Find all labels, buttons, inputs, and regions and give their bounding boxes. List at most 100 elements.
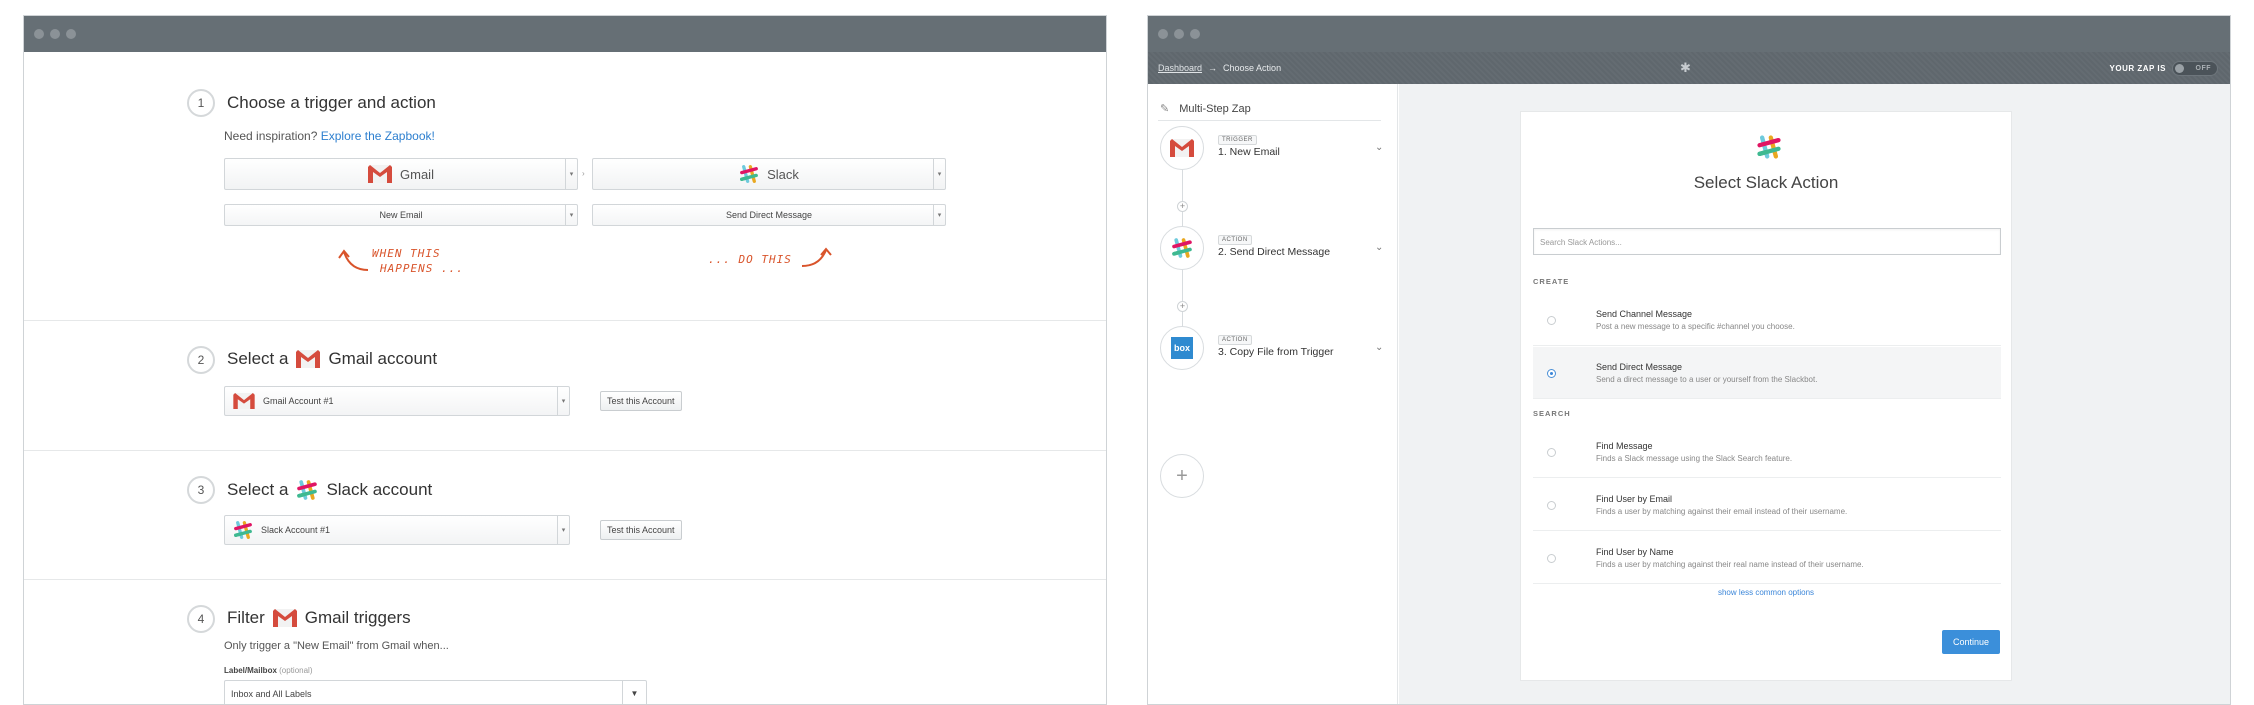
chevron-down-icon: ▼ [622, 681, 646, 704]
choose-action-window: Dashboard → Choose Action ✱ YOUR ZAP IS … [1147, 15, 2231, 705]
zap-editor-window: 1 Choose a trigger and action Need inspi… [23, 15, 1107, 705]
search-actions-input[interactable]: Search Slack Actions... [1533, 228, 2001, 255]
step-title: Choose a trigger and action [227, 93, 436, 112]
option-name: Find Message [1596, 441, 1653, 451]
action-event-label: Send Direct Message [725, 210, 813, 220]
add-step-button[interactable]: + [1160, 454, 1204, 498]
zapbook-link[interactable]: Explore the Zapbook! [321, 129, 435, 143]
toggle-state: OFF [2195, 65, 2211, 72]
inspiration-prefix: Need inspiration? [224, 129, 318, 143]
action-app-select[interactable]: Slack ▾ [592, 158, 946, 190]
radio-button[interactable] [1547, 316, 1556, 325]
option-name: Find User by Email [1596, 494, 1673, 504]
chevron-down-icon[interactable]: ⌄ [1375, 242, 1383, 253]
step-title[interactable]: 3. Copy File from Trigger [1218, 346, 1334, 358]
action-option[interactable]: Send Direct Message Send a direct messag… [1533, 347, 2001, 399]
slack-icon [739, 164, 759, 184]
step-tag: TRIGGER [1218, 135, 1257, 145]
test-account-button[interactable]: Test this Account [600, 391, 682, 411]
zap-status: YOUR ZAP IS OFF [2110, 61, 2218, 76]
chevron-down-icon[interactable]: ⌄ [1375, 342, 1383, 353]
section-header-create: CREATE [1533, 277, 1570, 286]
option-description: Finds a user by matching against their r… [1596, 560, 1864, 569]
label-mailbox-label: Label/Mailbox (optional) [224, 666, 313, 675]
radio-button[interactable] [1547, 448, 1556, 457]
slack-icon [1756, 134, 1782, 160]
label-mailbox-select[interactable]: Inbox and All Labels ▼ [224, 680, 647, 704]
mailbox-value: Inbox and All Labels [231, 689, 312, 699]
action-option[interactable]: Find User by Email Finds a user by match… [1533, 479, 2001, 531]
option-description: Post a new message to a specific #channe… [1596, 322, 1795, 331]
gmail-icon [233, 393, 255, 409]
chevron-down-icon: ▾ [565, 159, 577, 189]
radio-button-selected[interactable] [1547, 369, 1556, 378]
gear-icon[interactable]: ✱ [1680, 60, 1691, 76]
window-titlebar [24, 16, 1106, 52]
step-title[interactable]: 1. New Email [1218, 146, 1280, 158]
step-tag: ACTION [1218, 335, 1252, 345]
step-node-slack[interactable] [1160, 226, 1204, 270]
step-number: 4 [187, 605, 215, 633]
step-title: Filter Gmail triggers [227, 608, 411, 628]
continue-button[interactable]: Continue [1942, 630, 2000, 654]
zap-toggle[interactable]: OFF [2172, 61, 2218, 76]
action-event-select[interactable]: Send Direct Message ▾ [592, 204, 946, 226]
window-maximize-dot[interactable] [66, 29, 76, 39]
chevron-down-icon[interactable]: ⌄ [1375, 142, 1383, 153]
slack-icon [1171, 237, 1193, 259]
step-tag: ACTION [1218, 235, 1252, 245]
account-label: Slack Account #1 [261, 525, 331, 535]
action-option[interactable]: Find Message Finds a Slack message using… [1533, 426, 2001, 478]
step-title[interactable]: 2. Send Direct Message [1218, 246, 1330, 258]
option-name: Find User by Name [1596, 547, 1674, 557]
hint-line-2: happens ... [380, 262, 464, 275]
trigger-app-label: Gmail [400, 166, 434, 182]
step-choose-trigger-action: 1 Choose a trigger and action Need inspi… [24, 52, 1106, 321]
zap-status-label: YOUR ZAP IS [2109, 64, 2166, 73]
test-account-button[interactable]: Test this Account [600, 520, 682, 540]
chevron-down-icon: ▾ [565, 205, 577, 225]
option-description: Finds a user by matching against their e… [1596, 507, 1848, 516]
trigger-event-label: New Email [379, 210, 423, 220]
window-close-dot[interactable] [1158, 29, 1168, 39]
slack-account-select[interactable]: Slack Account #1 ▾ [224, 515, 570, 545]
sidebar-title: Multi-Step Zap [1179, 102, 1251, 115]
action-panel: Select Slack Action Search Slack Actions… [1399, 84, 2230, 704]
title-prefix: Filter [227, 608, 265, 627]
radio-button[interactable] [1547, 501, 1556, 510]
arrow-right-icon: › [582, 169, 585, 178]
chevron-down-icon: ▾ [557, 387, 569, 415]
pencil-icon[interactable]: ✎ [1160, 102, 1169, 115]
add-step-plus[interactable]: + [1177, 201, 1188, 212]
step-number: 1 [187, 89, 215, 117]
action-option[interactable]: Send Channel Message Post a new message … [1533, 294, 2001, 346]
step-number: 3 [187, 476, 215, 504]
trigger-app-select[interactable]: Gmail ▾ [224, 158, 578, 190]
window-minimize-dot[interactable] [1174, 29, 1184, 39]
step-node-gmail[interactable] [1160, 126, 1204, 170]
step-number: 2 [187, 346, 215, 374]
window-maximize-dot[interactable] [1190, 29, 1200, 39]
inspiration-text: Need inspiration? Explore the Zapbook! [224, 129, 435, 143]
chevron-down-icon: ▾ [933, 159, 945, 189]
option-description: Finds a Slack message using the Slack Se… [1596, 454, 1793, 463]
step-title: Select a Gmail account [227, 349, 437, 369]
trigger-event-select[interactable]: New Email ▾ [224, 204, 578, 226]
zap-steps-sidebar: ✎ Multi-Step Zap TRIGGER 1. New Email ⌄ … [1148, 84, 1398, 704]
add-step-plus[interactable]: + [1177, 301, 1188, 312]
window-close-dot[interactable] [34, 29, 44, 39]
window-minimize-dot[interactable] [50, 29, 60, 39]
radio-button[interactable] [1547, 554, 1556, 563]
window-titlebar [1148, 16, 2230, 52]
show-less-options-link[interactable]: show less common options [1521, 588, 2011, 597]
account-label: Gmail Account #1 [263, 396, 334, 406]
step-node-box[interactable]: box [1160, 326, 1204, 370]
do-this-hint: ... do this [708, 253, 792, 266]
option-name: Send Channel Message [1596, 309, 1693, 319]
gmail-account-select[interactable]: Gmail Account #1 ▾ [224, 386, 570, 416]
gmail-icon [296, 350, 320, 368]
title-suffix: Gmail triggers [304, 608, 411, 627]
action-option[interactable]: Find User by Name Finds a user by matchi… [1533, 532, 2001, 584]
breadcrumb-dashboard-link[interactable]: Dashboard [1158, 63, 1202, 73]
when-this-happens-hint: When this happens ... [372, 246, 464, 276]
